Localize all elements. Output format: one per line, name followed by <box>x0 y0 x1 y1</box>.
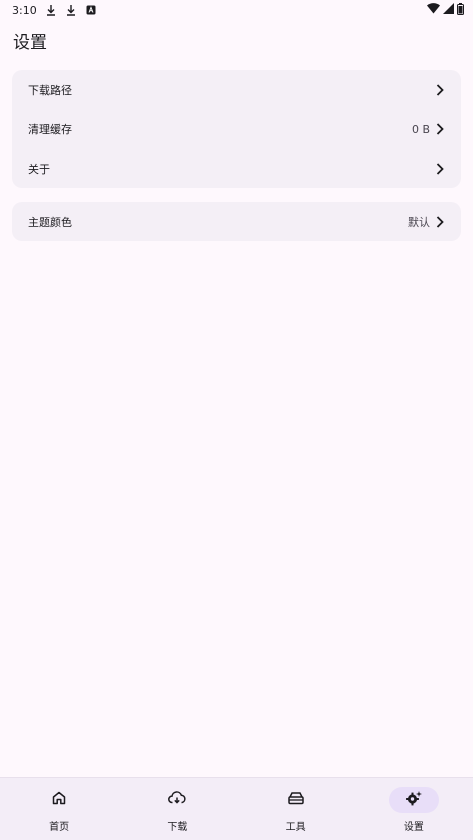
settings-screen: 3:10 设置 下载路径 清理缓存 0 B 关于 主题颜色 默认 首页 下载 工… <box>0 0 473 840</box>
cache-size-value: 0 B <box>411 122 430 136</box>
nav-item-home[interactable]: 首页 <box>0 778 118 833</box>
setting-label: 清理缓存 <box>28 123 72 136</box>
nav-item-tools[interactable]: 工具 <box>237 778 355 833</box>
nav-item-download[interactable]: 下载 <box>118 778 236 833</box>
nav-item-settings[interactable]: 设置 <box>355 778 473 833</box>
nav-label: 下载 <box>167 822 188 833</box>
wifi-icon <box>427 3 440 17</box>
chevron-right-icon <box>434 123 446 135</box>
setting-label: 主题颜色 <box>28 215 72 229</box>
setting-trailing: 0 B <box>412 123 446 136</box>
setting-row-about[interactable]: 关于 <box>12 149 461 188</box>
settings-icon <box>405 790 423 810</box>
download-notification-icon <box>45 4 57 16</box>
setting-trailing <box>430 83 446 96</box>
nav-active-indicator <box>388 787 439 813</box>
chevron-right-icon <box>434 215 446 228</box>
setting-row-theme-color[interactable]: 主题颜色 默认 <box>12 202 461 241</box>
chevron-right-icon <box>434 162 446 175</box>
app-notification-icon <box>85 4 97 16</box>
status-left: 3:10 <box>12 4 97 17</box>
nav-label: 工具 <box>285 822 306 833</box>
nav-icon-container <box>152 787 202 813</box>
theme-value: 默认 <box>408 215 430 229</box>
bottom-navigation: 首页 下载 工具 设置 <box>0 777 473 840</box>
setting-trailing <box>430 162 446 175</box>
setting-row-download-path[interactable]: 下载路径 <box>12 70 461 109</box>
settings-group-appearance: 主题颜色 默认 <box>12 202 461 241</box>
status-time: 3:10 <box>12 3 37 17</box>
nav-label: 首页 <box>49 822 70 833</box>
setting-trailing: 默认 <box>408 214 446 230</box>
setting-row-clear-cache[interactable]: 清理缓存 0 B <box>12 109 461 149</box>
page-title: 设置 <box>13 33 47 53</box>
cloud-download-icon <box>168 790 186 810</box>
setting-label: 下载路径 <box>28 83 72 97</box>
home-icon <box>51 790 67 810</box>
status-right <box>427 2 464 18</box>
chevron-right-icon <box>434 83 446 96</box>
setting-label: 关于 <box>28 162 50 176</box>
status-bar: 3:10 <box>0 0 473 20</box>
signal-icon <box>443 3 454 17</box>
battery-icon <box>457 2 464 18</box>
nav-icon-container <box>271 787 321 813</box>
nav-label: 设置 <box>403 822 424 833</box>
nav-icon-container <box>34 787 84 813</box>
toolbox-icon <box>287 790 305 810</box>
settings-group-general: 下载路径 清理缓存 0 B 关于 <box>12 70 461 188</box>
download-notification-icon <box>65 4 77 16</box>
